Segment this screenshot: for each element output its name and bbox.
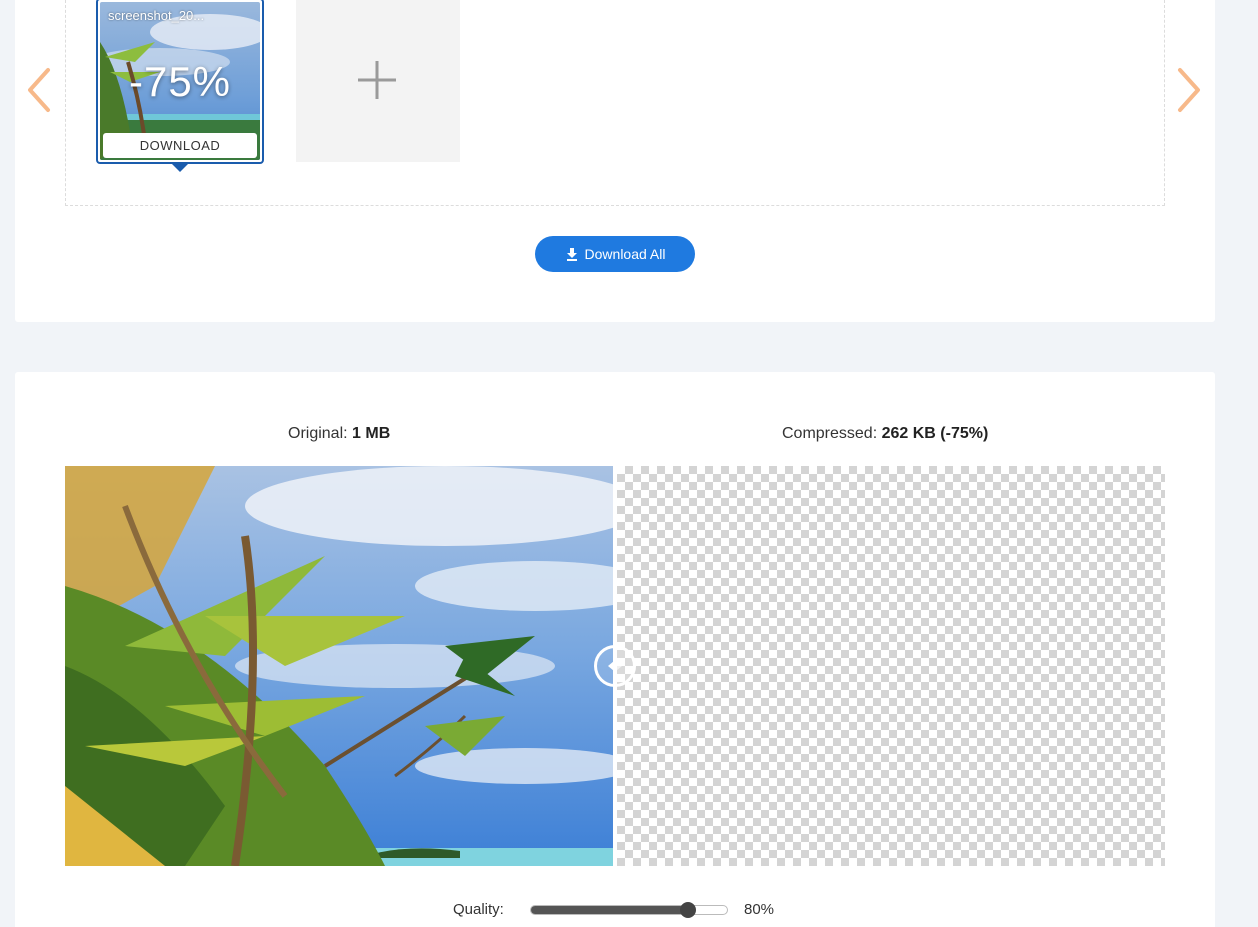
chevron-left-icon[interactable] <box>20 66 60 114</box>
original-label-text: Original: <box>288 425 348 442</box>
original-size-label: Original: 1 MB <box>288 425 390 443</box>
quality-value: 80% <box>744 901 775 918</box>
download-all-button[interactable]: Download All <box>535 236 695 272</box>
download-button[interactable]: DOWNLOAD <box>103 133 257 158</box>
quality-label: Quality: <box>453 901 504 918</box>
compressed-image-preview <box>617 466 1165 866</box>
download-icon <box>566 248 577 261</box>
compressed-size-value: 262 KB (-75%) <box>881 425 989 442</box>
file-thumbnail-card[interactable]: screenshot_20... -75% DOWNLOAD <box>96 0 264 164</box>
compare-handle-icon[interactable] <box>594 645 636 687</box>
original-image-preview <box>65 466 613 866</box>
chevron-right-icon[interactable] <box>1168 66 1208 114</box>
selected-indicator <box>171 163 189 172</box>
thumbnail-filename: screenshot_20... <box>108 8 205 23</box>
thumbnail-image: screenshot_20... -75% DOWNLOAD <box>100 2 260 160</box>
quality-slider-fill <box>531 906 690 914</box>
plus-icon <box>358 61 396 99</box>
compressed-size-label: Compressed: 262 KB (-75%) <box>782 425 988 443</box>
compressed-label-text: Compressed: <box>782 425 878 442</box>
compression-percentage: -75% <box>128 58 232 105</box>
download-all-label: Download All <box>584 246 666 262</box>
quality-slider[interactable] <box>530 905 728 915</box>
comparison-viewer <box>65 466 1165 866</box>
add-file-button[interactable] <box>296 0 460 162</box>
original-size-value: 1 MB <box>352 425 391 442</box>
